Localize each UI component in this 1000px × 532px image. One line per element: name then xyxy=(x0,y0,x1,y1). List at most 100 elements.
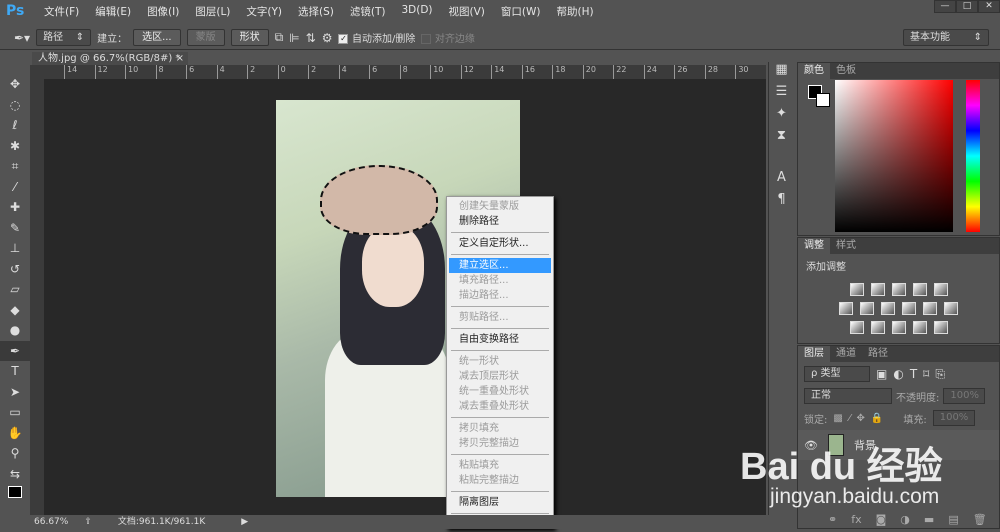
clone-source-icon[interactable]: ⧗ xyxy=(769,128,794,150)
invert-icon[interactable] xyxy=(849,321,864,334)
context-menu-item[interactable]: 减去顶层形状 xyxy=(447,369,553,384)
workspace-select[interactable]: 基本功能 ⇕ xyxy=(903,29,989,46)
curves-icon[interactable] xyxy=(891,283,906,296)
path-operations-icon[interactable]: ⧉ xyxy=(275,30,284,45)
rectangle-tool-icon[interactable]: ▭ xyxy=(0,402,30,423)
eyedropper-icon[interactable]: ⁄ xyxy=(0,177,30,198)
menu-item[interactable]: 视图(V) xyxy=(441,4,493,19)
context-menu-item[interactable]: 拷贝完整描边 xyxy=(447,436,553,451)
path-anchor-outline[interactable] xyxy=(320,165,438,235)
export-icon[interactable]: ⇪ xyxy=(84,515,92,529)
black-white-icon[interactable] xyxy=(881,302,895,315)
context-menu-item[interactable]: 粘贴填充 xyxy=(447,458,553,473)
stamp-tool-icon[interactable]: ⊥ xyxy=(0,238,30,259)
menu-item[interactable]: 图层(L) xyxy=(187,4,238,19)
menu-item[interactable]: 文件(F) xyxy=(36,4,87,19)
context-menu-item[interactable]: 描边路径... xyxy=(447,288,553,303)
menu-item[interactable]: 图像(I) xyxy=(139,4,187,19)
opacity-input[interactable]: 100% xyxy=(943,388,986,404)
tab-adjustments[interactable]: 调整 xyxy=(798,238,830,254)
lock-position-icon[interactable]: ✥ xyxy=(857,413,865,424)
menu-item[interactable]: 3D(D) xyxy=(393,4,440,19)
channel-mixer-icon[interactable] xyxy=(923,302,937,315)
context-menu-item[interactable]: 减去重叠处形状 xyxy=(447,399,553,414)
brush-preset-icon[interactable]: ✦ xyxy=(769,106,794,128)
path-alignment-icon[interactable]: ⊫ xyxy=(289,31,299,45)
selective-color-icon[interactable] xyxy=(912,321,927,334)
minimize-button[interactable]: — xyxy=(934,0,956,13)
hand-tool-icon[interactable]: ✋ xyxy=(0,423,30,444)
history-brush-icon[interactable]: ↺ xyxy=(0,259,30,280)
fx-icon[interactable]: fx xyxy=(851,513,861,526)
lock-brush-icon[interactable]: ⁄ xyxy=(849,413,851,424)
mask-icon[interactable]: ◙ xyxy=(876,513,887,526)
filter-shape-icon[interactable]: ⌑ xyxy=(923,367,929,381)
zoom-tool-icon[interactable]: ⚲ xyxy=(0,443,30,464)
paragraph-icon[interactable]: ¶ xyxy=(769,192,794,214)
zoom-level[interactable]: 66.67% xyxy=(34,515,68,529)
pen-tool-icon[interactable]: ✒ xyxy=(0,340,30,361)
blend-mode-select[interactable]: 正常 xyxy=(804,388,892,404)
trash-icon[interactable]: 🗑 xyxy=(973,513,987,526)
swap-colors-icon[interactable]: ⇆ xyxy=(0,464,30,485)
lasso-tool-icon[interactable]: ℓ xyxy=(0,115,30,136)
context-menu-item[interactable]: 创建矢量蒙版 xyxy=(447,199,553,214)
menu-item[interactable]: 滤镜(T) xyxy=(342,4,394,19)
magic-wand-icon[interactable]: ✱ xyxy=(0,136,30,157)
threshold-icon[interactable] xyxy=(891,321,906,334)
context-menu-item[interactable]: 粘贴完整描边 xyxy=(447,473,553,488)
context-menu-item[interactable]: 剪贴路径... xyxy=(447,310,553,325)
hue-saturation-icon[interactable] xyxy=(839,302,853,315)
brush-tool-icon[interactable]: ✎ xyxy=(0,218,30,239)
layer-filter-select[interactable]: ρ 类型 xyxy=(804,366,870,382)
link-icon[interactable]: ⚭ xyxy=(828,513,837,526)
selection-button[interactable]: 选区... xyxy=(133,29,181,46)
tab-channels[interactable]: 通道 xyxy=(830,346,862,362)
properties-icon[interactable]: ☰ xyxy=(769,84,794,106)
menu-item[interactable]: 编辑(E) xyxy=(87,4,139,19)
close-window-button[interactable]: ✕ xyxy=(978,0,1000,13)
photo-filter-icon[interactable] xyxy=(902,302,916,315)
gear-icon[interactable]: ⚙ xyxy=(322,31,333,45)
context-menu-item[interactable]: 填充路径... xyxy=(447,273,553,288)
context-menu-item[interactable]: 统一重叠处形状 xyxy=(447,384,553,399)
path-selection-icon[interactable]: ➤ xyxy=(0,382,30,403)
move-tool-icon[interactable]: ✥ xyxy=(0,74,30,95)
crop-tool-icon[interactable]: ⌗ xyxy=(0,156,30,177)
shape-button[interactable]: 形状 xyxy=(230,29,269,46)
eraser-icon[interactable]: ▱ xyxy=(0,279,30,300)
adjustment-layer-icon[interactable]: ◑ xyxy=(900,513,910,526)
maximize-button[interactable]: □ xyxy=(956,0,978,13)
filter-smart-icon[interactable]: ⎘ xyxy=(935,367,945,382)
character-icon[interactable]: A xyxy=(769,170,794,192)
menu-item[interactable]: 窗口(W) xyxy=(493,4,549,19)
healing-brush-icon[interactable]: ✚ xyxy=(0,197,30,218)
context-menu-item[interactable]: 建立选区... xyxy=(449,258,551,273)
status-menu-arrow-icon[interactable]: ▶ xyxy=(241,515,248,529)
group-icon[interactable]: ▬ xyxy=(924,513,934,526)
mask-button[interactable]: 蒙版 xyxy=(186,29,225,46)
color-balance-icon[interactable] xyxy=(860,302,874,315)
tab-paths[interactable]: 路径 xyxy=(862,346,894,362)
tab-color[interactable]: 颜色 xyxy=(798,63,830,79)
levels-icon[interactable] xyxy=(870,283,885,296)
context-menu-item[interactable]: 定义自定形状... xyxy=(447,236,553,251)
path-arrangement-icon[interactable]: ⇅ xyxy=(306,31,316,45)
align-edges-checkbox[interactable]: 对齐边缘 xyxy=(421,30,475,45)
context-menu-item[interactable]: 隔离图层 xyxy=(447,495,553,510)
hue-slider[interactable] xyxy=(966,80,980,232)
posterize-icon[interactable] xyxy=(870,321,885,334)
color-lookup-icon[interactable] xyxy=(944,302,958,315)
filter-type-icon[interactable]: T xyxy=(910,367,917,381)
exposure-icon[interactable] xyxy=(912,283,927,296)
tab-layers[interactable]: 图层 xyxy=(798,346,830,362)
tab-swatches[interactable]: 色板 xyxy=(830,63,862,79)
background-swatch[interactable] xyxy=(816,93,830,107)
mode-select[interactable]: 路径 ⇕ xyxy=(36,29,92,46)
filter-adjust-icon[interactable]: ◐ xyxy=(893,367,903,381)
tab-styles[interactable]: 样式 xyxy=(830,238,862,254)
lock-all-icon[interactable]: 🔒 xyxy=(871,413,883,424)
filter-pixel-icon[interactable]: ▣ xyxy=(876,367,887,381)
menu-item[interactable]: 帮助(H) xyxy=(549,4,602,19)
menu-item[interactable]: 选择(S) xyxy=(290,4,342,19)
